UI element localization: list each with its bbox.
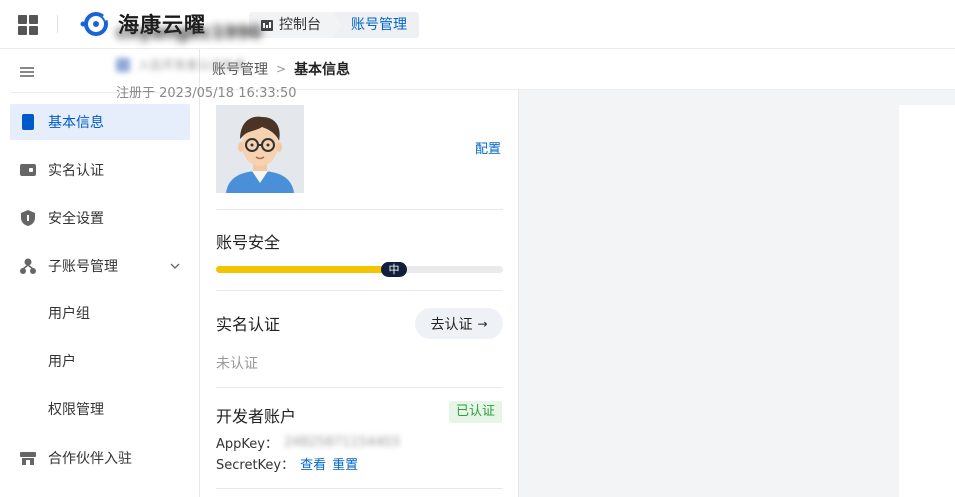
sidebar-item-label: 子账号管理 <box>48 259 118 275</box>
registration-time: 注册于 2023/05/18 16:33:50 <box>116 86 297 101</box>
sidebar-item-subaccount[interactable]: 子账号管理 <box>10 248 190 284</box>
header-divider <box>57 15 58 33</box>
developer-title: 开发者账户 <box>216 407 297 426</box>
breadcrumb-chevron-icon: > <box>276 62 287 76</box>
secretkey-view-link[interactable]: 查看 <box>300 454 326 473</box>
realname-status: 未认证 <box>216 356 258 372</box>
appkey-value: 24825871154403 <box>283 435 400 450</box>
sidebar-item-label: 合作伙伴入驻 <box>48 451 132 467</box>
avatar-illustration <box>216 105 304 193</box>
sidebar-item-security[interactable]: 安全设置 <box>10 200 190 236</box>
shield-icon <box>21 210 35 226</box>
secretkey-reset-link[interactable]: 重置 <box>332 454 358 473</box>
section-divider <box>216 488 503 489</box>
appkey-label: AppKey： <box>216 437 278 452</box>
id-card-icon <box>20 164 36 176</box>
sidebar-subitem-usergroup[interactable]: 用户组 <box>48 296 90 332</box>
developer-badge-icon <box>116 57 130 72</box>
realname-title: 实名认证 <box>216 315 281 334</box>
apps-grid-icon[interactable] <box>18 15 38 35</box>
top-breadcrumb: 控制台 账号管理 <box>249 12 419 38</box>
arrow-right-icon: → <box>477 316 488 331</box>
top-crumb-account[interactable]: 账号管理 <box>333 12 419 38</box>
top-crumb-console-label: 控制台 <box>279 17 321 33</box>
chevron-down-icon <box>170 263 180 269</box>
section-divider <box>216 290 503 291</box>
verify-button[interactable]: 去认证 → <box>415 308 503 339</box>
username: cnyangkc1990 <box>116 22 262 43</box>
sidebar-item-partner[interactable]: 合作伙伴入驻 <box>10 440 190 476</box>
user-subline-text: 入驻开发者认证信息 <box>138 58 247 72</box>
section-divider <box>216 387 503 388</box>
secretkey-label: SecretKey： <box>216 458 295 473</box>
sidebar-item-label: 实名认证 <box>48 163 104 179</box>
brand-logo-icon <box>80 12 109 36</box>
sidebar-item-basic-info[interactable]: 基本信息 <box>10 104 190 140</box>
security-config-link[interactable]: 配置 <box>475 138 501 157</box>
security-level-badge: 中 <box>380 262 407 277</box>
security-level-bar: 中 <box>216 262 503 277</box>
security-title: 账号安全 <box>216 233 281 252</box>
menu-collapse-icon[interactable] <box>20 67 36 79</box>
user-subline: 入驻开发者认证信息 <box>116 56 246 73</box>
appkey-row: AppKey： 24825871154403 <box>216 433 400 452</box>
sidebar-subitem-permissions[interactable]: 权限管理 <box>48 392 104 428</box>
sidebar-item-label: 安全设置 <box>48 211 104 227</box>
crumb-separator <box>333 12 341 38</box>
document-icon <box>22 114 34 130</box>
secretkey-row: SecretKey： 查看 重置 <box>216 454 358 473</box>
sidebar: 基本信息 实名认证 安全设置 子账号管理 用户组 用户 权限管理 合作伙伴入驻 <box>0 49 200 497</box>
storefront-icon <box>20 452 36 465</box>
section-divider <box>216 209 503 210</box>
sidebar-item-label: 基本信息 <box>48 115 104 131</box>
breadcrumb: 账号管理 > 基本信息 <box>200 49 955 90</box>
security-level-fill <box>216 266 394 273</box>
top-crumb-account-label: 账号管理 <box>351 17 407 33</box>
right-card <box>899 105 955 497</box>
sidebar-item-realname[interactable]: 实名认证 <box>10 152 190 188</box>
org-tree-icon <box>20 258 36 274</box>
sidebar-subitem-users[interactable]: 用户 <box>48 344 76 380</box>
avatar <box>216 105 304 193</box>
page-title: 基本信息 <box>294 62 351 78</box>
console-icon <box>261 19 273 31</box>
status-badge: 已认证 <box>449 401 503 423</box>
verify-button-label: 去认证 <box>430 316 473 333</box>
